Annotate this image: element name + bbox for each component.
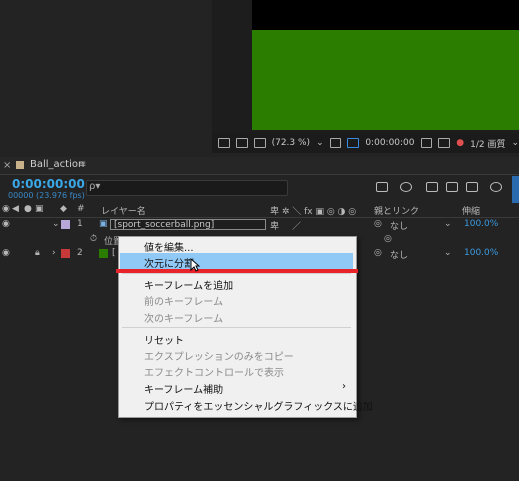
search-icon: ρ▾ (89, 181, 101, 192)
menu-item-edit-value[interactable]: 値を編集... (144, 239, 194, 254)
layer-index: 1 (77, 219, 83, 229)
viewer-pasteboard (0, 0, 212, 153)
chevron-down-icon[interactable]: ⌄ (444, 219, 452, 229)
expression-pickwhip-icon[interactable]: ◎ (384, 234, 392, 244)
menu-separator (122, 327, 351, 328)
stretch-value[interactable]: 100.0% (464, 248, 498, 258)
current-time-display[interactable]: 0:00:00:00 (12, 177, 85, 191)
quality-switch-icon[interactable]: ／ (292, 219, 301, 232)
composition-canvas-top (252, 0, 519, 30)
show-snapshot-icon[interactable] (438, 138, 451, 148)
comp-flowchart-icon[interactable] (376, 182, 388, 192)
zoom-dropdown[interactable]: (72.3 %) (272, 138, 310, 148)
menu-item-copy-expression: エクスプレッションのみをコピー (144, 352, 294, 363)
visibility-icon[interactable]: ◉ (2, 248, 10, 258)
layer-label-swatch[interactable] (61, 220, 70, 229)
pickwhip-icon[interactable]: ◎ (374, 248, 382, 258)
parent-link-header: 親とリンク (374, 207, 420, 217)
visibility-icon: ◉ (2, 204, 10, 214)
panel-menu-icon[interactable]: ≡ (78, 159, 86, 170)
shy-icon[interactable] (426, 182, 438, 192)
solo-icon: ● (24, 204, 32, 214)
chevron-down-icon[interactable]: ⌄ (316, 138, 324, 148)
camera-icon[interactable] (218, 138, 230, 148)
draft-3d-icon[interactable] (400, 182, 412, 192)
shy-switch-icon[interactable]: 卑 (270, 219, 279, 232)
image-icon: ▣ (99, 219, 108, 229)
layer-label-swatch[interactable] (61, 249, 70, 258)
annotation-underline (116, 269, 358, 273)
resolution-dropdown[interactable]: 1/2 画質 (470, 137, 505, 150)
region-icon[interactable] (347, 138, 360, 148)
monitor-icon[interactable] (235, 138, 248, 148)
menu-item-add-keyframe[interactable]: キーフレームを追加 (144, 277, 233, 292)
pickwhip-icon[interactable]: ◎ (374, 219, 382, 229)
menu-item-reset[interactable]: リセット (144, 332, 184, 347)
visibility-icon[interactable]: ◉ (2, 219, 10, 229)
graph-editor-icon[interactable] (490, 182, 502, 192)
menu-item-separate-dimensions[interactable]: 次元に分割 (144, 255, 194, 270)
layer-search-input[interactable] (86, 180, 288, 196)
layer-index: 2 (77, 248, 83, 258)
layer-name[interactable]: [ (112, 248, 116, 258)
lock-icon[interactable]: 🔒︎ (35, 248, 40, 258)
menu-item-previous-keyframe: 前のキーフレーム (144, 297, 224, 308)
solid-color-icon (99, 249, 108, 258)
switches-icon: 卑 ✲ ＼ fx ▣ ◎ ◑ ◎ (270, 207, 357, 217)
mask-icon[interactable] (253, 138, 266, 148)
layer-name[interactable]: [sport_soccerball.png] (110, 219, 266, 230)
viewer-toolbar: (72.3 %) ⌄ 0:00:00:00 ● 1/2 画質 ⌄ (212, 133, 519, 153)
chevron-down-icon[interactable]: ⌄ (444, 248, 452, 258)
lock-icon: ▣ (35, 204, 44, 214)
layer-name-header[interactable]: レイヤー名 (101, 204, 146, 217)
comp-color-swatch (16, 161, 24, 169)
grid-icon[interactable] (329, 138, 342, 148)
color-channels-icon[interactable]: ● (456, 138, 464, 148)
menu-item-keyframe-assistant[interactable]: キーフレーム補助 (144, 381, 223, 396)
close-icon[interactable]: × (3, 160, 11, 171)
chevron-down-icon[interactable]: ⌄ (52, 219, 60, 229)
parent-dropdown[interactable]: なし (390, 248, 408, 261)
menu-item-next-keyframe: 次のキーフレーム (144, 314, 224, 325)
label-icon: ◆ (60, 204, 67, 214)
menu-separator (122, 273, 351, 274)
submenu-arrow-icon: › (342, 381, 346, 392)
viewer-timecode[interactable]: 0:00:00:00 (365, 138, 414, 148)
stopwatch-icon[interactable]: ⏱ (90, 234, 97, 244)
chevron-down-icon[interactable]: ⌄ (511, 138, 519, 148)
motion-blur-icon[interactable] (466, 182, 478, 192)
menu-item-reveal-in-effect-controls: エフェクトコントロールで表示 (144, 368, 284, 379)
frame-blending-icon[interactable] (446, 182, 458, 192)
frame-rate-label: 00000 (23.976 fps) (8, 191, 85, 200)
layer-number-header: # (77, 204, 85, 214)
mouse-cursor-icon (190, 258, 200, 272)
stretch-value[interactable]: 100.0% (464, 219, 498, 229)
chevron-right-icon[interactable]: › (52, 248, 56, 258)
stretch-header: 伸縮 (462, 207, 481, 217)
parent-dropdown[interactable]: なし (390, 219, 408, 232)
composition-canvas[interactable] (252, 30, 519, 130)
menu-item-add-to-essential-graphics[interactable]: プロパティをエッセンシャルグラフィックスに追加 (144, 398, 373, 413)
snapshot-icon[interactable] (420, 138, 433, 148)
tab-ball-action[interactable]: Ball_action (30, 159, 84, 170)
audio-icon: ◀ (12, 204, 19, 214)
